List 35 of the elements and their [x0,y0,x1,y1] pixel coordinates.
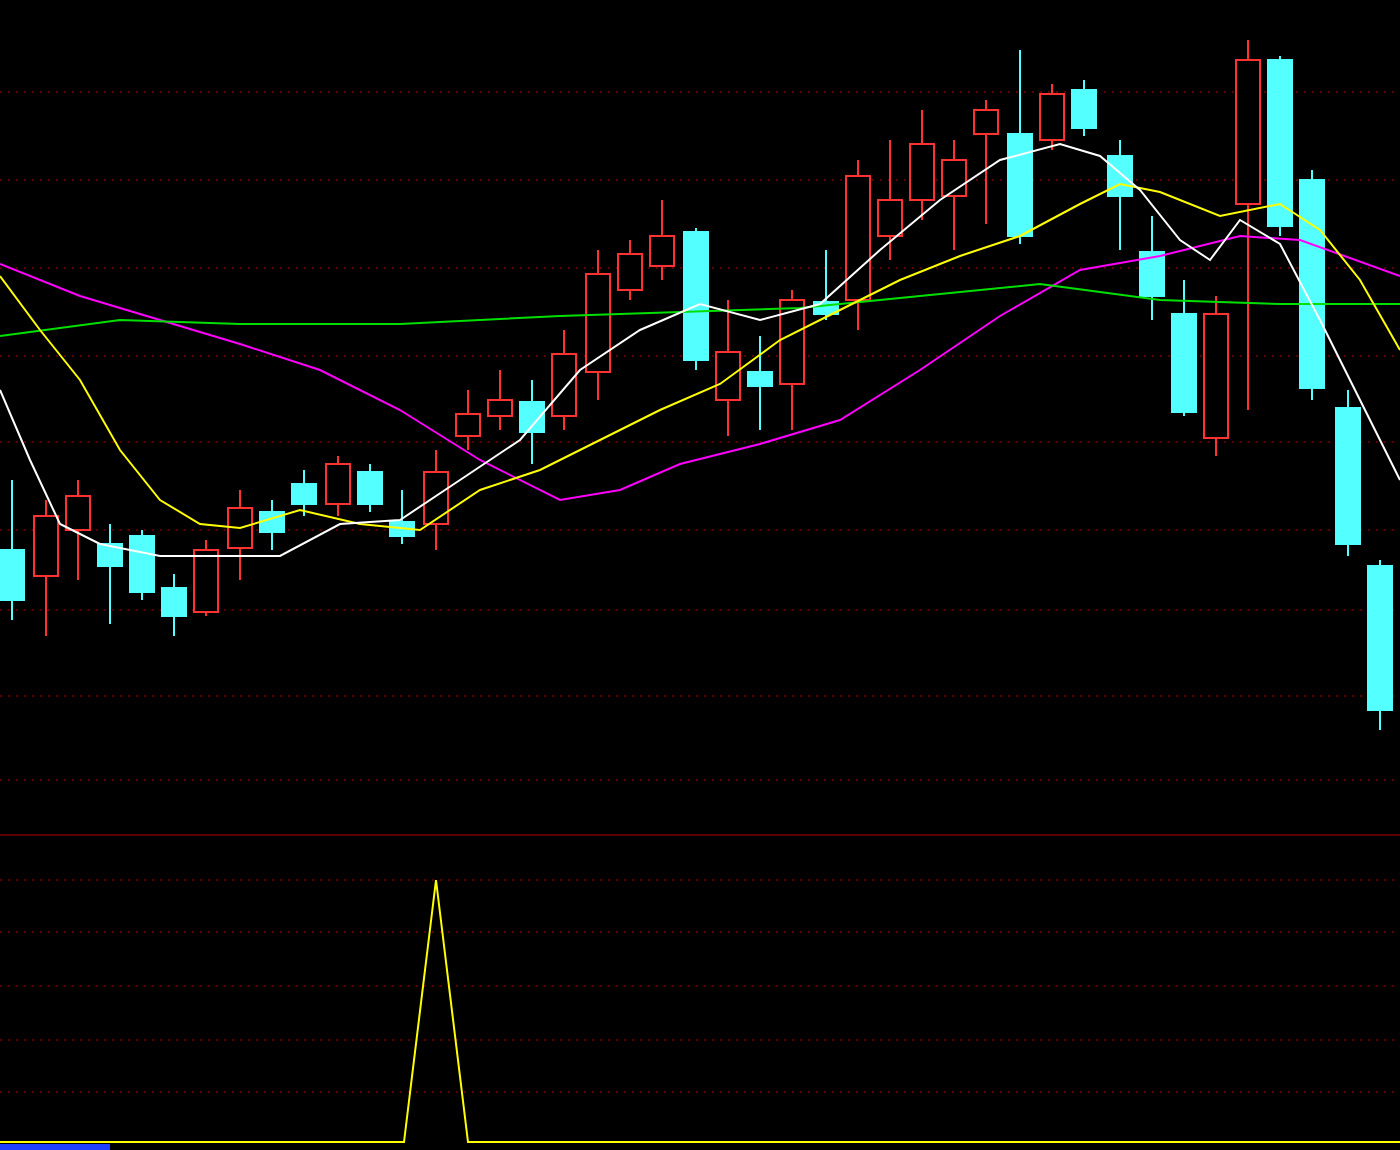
candlestick [973,99,999,225]
candlestick [813,249,839,321]
candlestick [161,573,187,637]
candlestick [389,489,415,545]
candlestick [0,479,25,621]
candlestick [715,299,741,437]
scroll-marker [0,1144,110,1150]
candlestick [455,389,481,451]
candlestick [1071,79,1097,137]
candlestick [747,335,773,431]
candlestick [649,199,675,281]
candlestick [129,529,155,601]
candlestick [291,469,317,517]
candlestick [1171,279,1197,417]
candlestick [551,329,577,431]
candlestick [423,449,449,551]
candlestick [325,455,351,517]
candlestick [519,379,545,465]
candlestick [97,523,123,625]
candlestick [683,227,709,371]
candlestick [357,463,383,513]
candlestick [259,499,285,551]
candlestick [1107,139,1133,251]
candlestick [617,239,643,301]
candlestick [941,139,967,251]
candlestick [909,109,935,221]
candlestick [1139,215,1165,321]
candlestick [487,369,513,431]
candlestick [65,479,91,581]
candlestick [193,539,219,617]
candlestick [1039,83,1065,151]
candlestick [33,499,59,637]
candlestick [877,139,903,261]
candlestick [779,289,805,431]
candlestick [227,489,253,581]
